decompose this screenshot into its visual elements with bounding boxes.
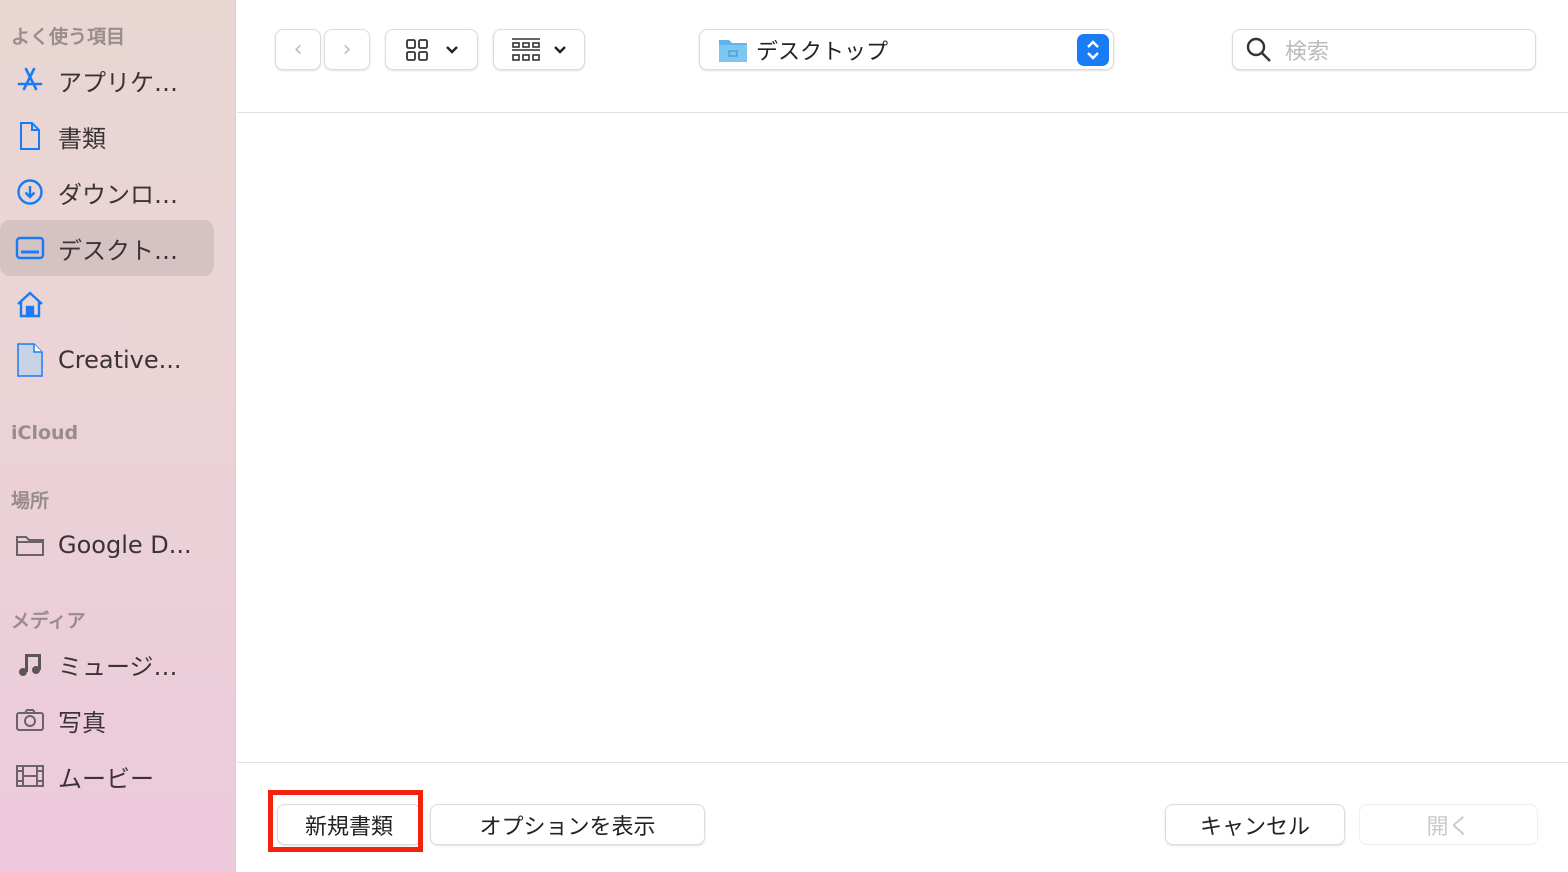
sidebar-item-creative[interactable]: Creative... [0,332,214,388]
file-icon [14,343,46,377]
chevron-right-icon: › [342,37,352,62]
cancel-button[interactable]: キャンセル [1165,804,1345,845]
folder-icon [719,39,747,62]
file-browser: ‹ › デスクトップ 検索 新規書類 オプションを表示 キャンセル 開く [237,0,1568,872]
group-button[interactable] [493,29,585,70]
view-mode-button[interactable] [385,29,478,70]
location-label: デスクトップ [756,39,889,65]
app-store-icon [14,64,46,96]
chevron-down-icon [554,45,566,54]
sidebar-item-label: アプリケ… [58,68,178,97]
sidebar-item-label: Creative... [58,346,182,374]
film-icon [14,760,46,792]
updown-chevron-icon [1077,34,1109,66]
sidebar-item-label: Google D... [58,531,192,559]
sidebar-item-google-drive[interactable]: Google D... [0,517,214,573]
section-favorites: よく使う項目 [11,26,126,48]
show-options-button[interactable]: オプションを表示 [430,804,705,845]
section-icloud: iCloud [11,422,79,444]
sidebar-item-applications[interactable]: アプリケ… [0,52,214,108]
sidebar-item-label: ダウンロ… [58,180,178,209]
search-field[interactable]: 検索 [1232,29,1536,70]
sidebar-item-label: 写真 [58,708,106,737]
chevron-down-icon [445,45,458,54]
toolbar: ‹ › デスクトップ 検索 [237,0,1568,113]
location-popup[interactable]: デスクトップ [699,29,1114,70]
footer: 新規書類 オプションを表示 キャンセル 開く [237,762,1568,872]
sidebar-item-label: ムービー [58,764,154,793]
sidebar: よく使う項目 アプリケ… 書類 ダウンロ… デスクト… Creative... … [0,0,236,872]
sidebar-item-label: 書類 [58,124,106,153]
forward-button[interactable]: › [324,29,370,70]
folder-icon [14,529,46,561]
sidebar-item-photos[interactable]: 写真 [0,692,214,748]
search-placeholder: 検索 [1285,39,1330,65]
open-button[interactable]: 開く [1359,804,1538,845]
back-button[interactable]: ‹ [275,29,321,70]
sidebar-item-downloads[interactable]: ダウンロ… [0,164,214,220]
sidebar-item-desktop[interactable]: デスクト… [0,220,214,276]
sidebar-item-music[interactable]: ミュージ… [0,636,214,692]
home-icon [14,288,46,320]
chevron-left-icon: ‹ [293,37,303,62]
sidebar-item-label: デスクト… [58,236,178,265]
gallery-icon [512,37,540,61]
grid-icon [405,38,428,61]
sidebar-item-documents[interactable]: 書類 [0,108,214,164]
music-icon [14,648,46,680]
sidebar-item-home[interactable] [0,276,214,332]
search-icon [1246,37,1271,62]
section-locations: 場所 [11,490,50,512]
desktop-icon [14,232,46,264]
file-list[interactable] [237,114,1568,762]
section-media: メディア [11,610,86,632]
sidebar-item-label: ミュージ… [58,652,178,681]
document-icon [14,120,46,152]
download-icon [14,176,46,208]
camera-icon [14,704,46,736]
highlight-annotation [268,790,423,852]
sidebar-item-movies[interactable]: ムービー [0,748,214,804]
